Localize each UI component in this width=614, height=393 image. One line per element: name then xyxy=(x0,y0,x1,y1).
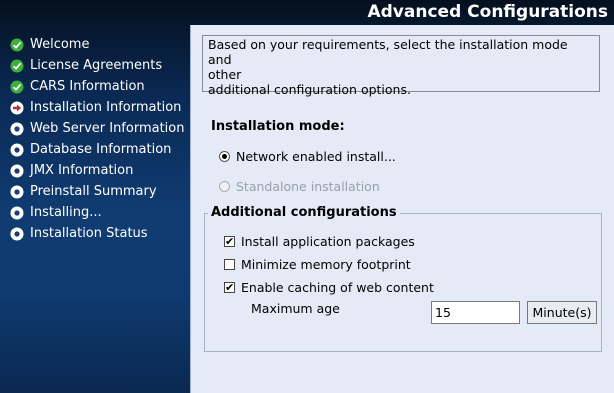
bullet-icon xyxy=(10,185,24,198)
bullet-icon xyxy=(10,164,24,177)
description-line: additional configuration options. xyxy=(208,82,411,97)
bullet-icon xyxy=(10,143,24,156)
check-icon xyxy=(10,80,24,93)
description-line: other xyxy=(208,67,242,82)
step-jmx-information: JMX Information xyxy=(10,160,190,181)
checkbox-label: Enable caching of web content xyxy=(241,280,434,295)
window-title: Advanced Configurations xyxy=(367,2,608,22)
checkbox-install-application-packages[interactable]: ✔ Install application packages xyxy=(224,234,415,249)
step-label: Database Information xyxy=(30,142,172,157)
bullet-icon xyxy=(10,206,24,219)
radio-network-enabled-install[interactable]: Network enabled install... xyxy=(219,149,396,164)
bullet-icon xyxy=(10,227,24,240)
checkbox-label: Install application packages xyxy=(241,234,415,249)
step-label: Welcome xyxy=(30,37,90,52)
step-label: Installation Status xyxy=(30,226,148,241)
maximum-age-input[interactable] xyxy=(431,301,520,324)
checkbox-enable-caching-of-web-content[interactable]: ✔ Enable caching of web content xyxy=(224,280,434,295)
step-license-agreements: License Agreements xyxy=(10,55,190,76)
checkbox-minimize-memory-footprint[interactable]: Minimize memory footprint xyxy=(224,257,411,272)
step-welcome: Welcome xyxy=(10,34,190,55)
checkbox[interactable]: ✔ xyxy=(224,236,235,247)
step-database-information: Database Information xyxy=(10,139,190,160)
radio-button xyxy=(219,181,230,192)
arrow-right-icon xyxy=(10,101,24,114)
age-unit-button[interactable]: Minute(s) xyxy=(527,301,597,324)
bullet-icon xyxy=(10,122,24,135)
content-panel: Based on your requirements, select the i… xyxy=(190,25,614,393)
additional-configurations-heading: Additional configurations xyxy=(208,205,400,220)
step-label: JMX Information xyxy=(30,163,134,178)
checkbox-label: Minimize memory footprint xyxy=(241,257,411,272)
maximum-age-label: Maximum age xyxy=(251,301,340,316)
radio-button[interactable] xyxy=(219,151,230,162)
description-line: Based on your requirements, select the i… xyxy=(208,37,568,67)
installation-mode-heading: Installation mode: xyxy=(211,119,345,134)
step-preinstall-summary: Preinstall Summary xyxy=(10,181,190,202)
step-label: Preinstall Summary xyxy=(30,184,157,199)
step-label: Installation Information xyxy=(30,100,182,115)
checkbox[interactable] xyxy=(224,259,235,270)
step-label: Installing... xyxy=(30,205,102,220)
check-icon xyxy=(10,38,24,51)
checkbox[interactable]: ✔ xyxy=(224,282,235,293)
step-installing: Installing... xyxy=(10,202,190,223)
check-icon xyxy=(10,59,24,72)
step-label: License Agreements xyxy=(30,58,163,73)
radio-label: Network enabled install... xyxy=(236,149,396,164)
radio-standalone-installation: Standalone installation xyxy=(219,179,380,194)
step-label: Web Server Information xyxy=(30,121,185,136)
step-installation-status: Installation Status xyxy=(10,223,190,244)
description-box: Based on your requirements, select the i… xyxy=(202,35,600,97)
radio-label: Standalone installation xyxy=(236,179,380,194)
step-label: CARS Information xyxy=(30,79,145,94)
step-list: Welcome License Agreements CARS Informat… xyxy=(10,34,190,244)
step-web-server-information: Web Server Information xyxy=(10,118,190,139)
step-cars-information: CARS Information xyxy=(10,76,190,97)
step-installation-information: Installation Information xyxy=(10,97,190,118)
